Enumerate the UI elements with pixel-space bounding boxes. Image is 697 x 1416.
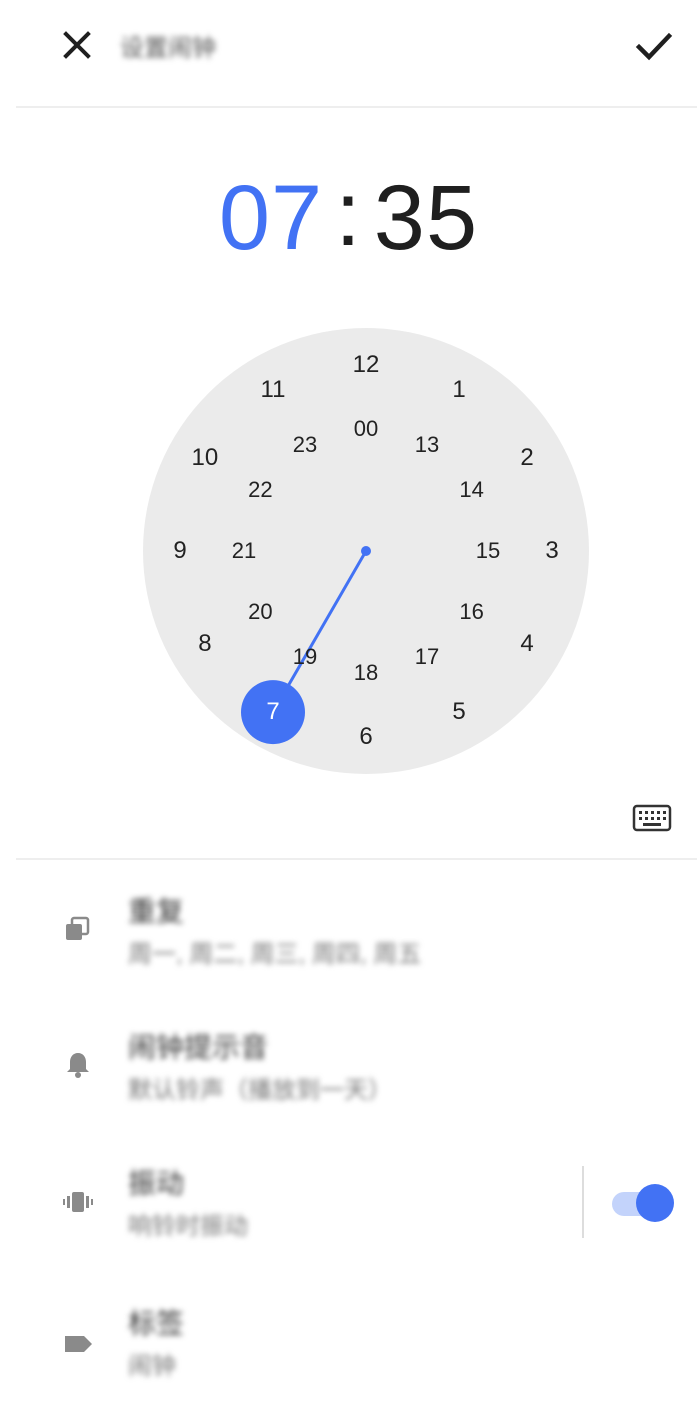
- hour-inner-15[interactable]: 15: [476, 538, 500, 564]
- label-row[interactable]: 标签 闹钟: [0, 1282, 697, 1402]
- close-icon: [63, 31, 91, 59]
- repeat-icon: [66, 916, 90, 940]
- hour-outer-6[interactable]: 6: [359, 723, 372, 751]
- hour-outer-1[interactable]: 1: [452, 376, 465, 404]
- hour-inner-19[interactable]: 19: [293, 644, 317, 670]
- keyboard-icon: [632, 804, 672, 832]
- vibrate-toggle[interactable]: [610, 1184, 676, 1224]
- ringtone-row[interactable]: 闹钟提示音 默认铃声（播放到一天）: [0, 1006, 697, 1126]
- hour-inner-22[interactable]: 22: [248, 477, 272, 503]
- ringtone-subtitle: 默认铃声（播放到一天）: [128, 1077, 392, 1104]
- repeat-title: 重复: [128, 896, 185, 927]
- hour-outer-4[interactable]: 4: [520, 630, 533, 658]
- keyboard-input-button[interactable]: [630, 800, 674, 836]
- hour-inner-21[interactable]: 21: [232, 538, 256, 564]
- hour-outer-2[interactable]: 2: [520, 444, 533, 472]
- toggle-thumb: [636, 1184, 674, 1222]
- close-button[interactable]: [56, 24, 100, 68]
- tag-icon: [65, 1336, 92, 1352]
- confirm-button[interactable]: [630, 24, 678, 68]
- vibrate-row[interactable]: 振动 响铃时振动: [0, 1142, 697, 1262]
- hour-outer-12[interactable]: 12: [353, 351, 380, 379]
- clock-dial[interactable]: 12 1 2 3 4 5 6 7 8 9 10 11 00 13 14 15 16 17 18 19 20 21 22 23: [143, 328, 589, 774]
- repeat-subtitle: 周一, 周二, 周三, 周四, 周五: [128, 941, 422, 968]
- vibrate-subtitle: 响铃时振动: [128, 1213, 248, 1240]
- label-title: 标签: [128, 1308, 185, 1339]
- vibrate-title: 振动: [128, 1168, 185, 1199]
- time-separator: :: [335, 163, 362, 265]
- hour-inner-18[interactable]: 18: [354, 660, 378, 686]
- minute-display[interactable]: 35: [374, 167, 478, 269]
- clock-center: [361, 546, 371, 556]
- vibrate-icon: [63, 1192, 93, 1212]
- toggle-separator: [582, 1166, 584, 1238]
- hour-inner-13[interactable]: 13: [415, 432, 439, 458]
- hour-outer-10[interactable]: 10: [192, 444, 219, 472]
- hour-outer-3[interactable]: 3: [545, 537, 558, 565]
- hour-outer-7[interactable]: 7: [266, 698, 279, 726]
- hour-inner-16[interactable]: 16: [459, 599, 483, 625]
- hour-inner-17[interactable]: 17: [415, 644, 439, 670]
- section-divider: [16, 858, 697, 860]
- check-icon: [635, 32, 673, 61]
- header-divider: [16, 106, 697, 108]
- bell-icon: [67, 1053, 89, 1078]
- time-display: 07:35: [0, 164, 697, 269]
- hour-outer-5[interactable]: 5: [452, 698, 465, 726]
- hour-inner-00[interactable]: 00: [354, 416, 378, 442]
- hour-outer-8[interactable]: 8: [198, 630, 211, 658]
- ringtone-title: 闹钟提示音: [128, 1032, 269, 1063]
- clock-face: [143, 328, 589, 774]
- hour-display[interactable]: 07: [219, 167, 323, 269]
- repeat-row[interactable]: 重复 周一, 周二, 周三, 周四, 周五: [0, 870, 697, 990]
- hour-inner-20[interactable]: 20: [248, 599, 272, 625]
- label-subtitle: 闹钟: [128, 1353, 176, 1380]
- hour-outer-9[interactable]: 9: [173, 537, 186, 565]
- hour-inner-23[interactable]: 23: [293, 432, 317, 458]
- hour-outer-11[interactable]: 11: [261, 376, 286, 404]
- page-title: 设置闹钟: [120, 35, 216, 62]
- hour-inner-14[interactable]: 14: [459, 477, 483, 503]
